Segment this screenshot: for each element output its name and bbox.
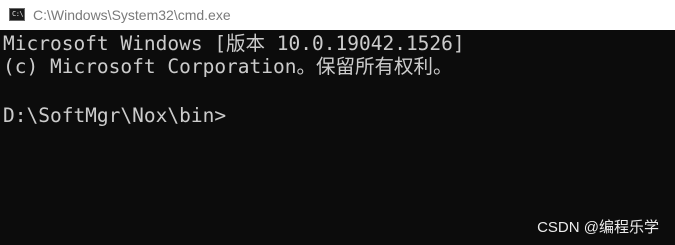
- console-icon-glyph: C:\: [12, 10, 24, 18]
- watermark: CSDN @编程乐学: [537, 219, 659, 236]
- console-output[interactable]: Microsoft Windows [版本 10.0.19042.1526] (…: [0, 30, 675, 245]
- console-icon[interactable]: C:\: [9, 8, 25, 21]
- window-title: C:\Windows\System32\cmd.exe: [33, 7, 231, 23]
- command-prompt[interactable]: D:\SoftMgr\Nox\bin>: [3, 103, 226, 128]
- title-bar[interactable]: C:\ C:\Windows\System32\cmd.exe: [0, 0, 675, 30]
- console-line-version: Microsoft Windows [版本 10.0.19042.1526]: [3, 32, 465, 55]
- console-line-copyright: (c) Microsoft Corporation。保留所有权利。: [3, 55, 453, 78]
- cmd-window: C:\ C:\Windows\System32\cmd.exe Microsof…: [0, 0, 675, 245]
